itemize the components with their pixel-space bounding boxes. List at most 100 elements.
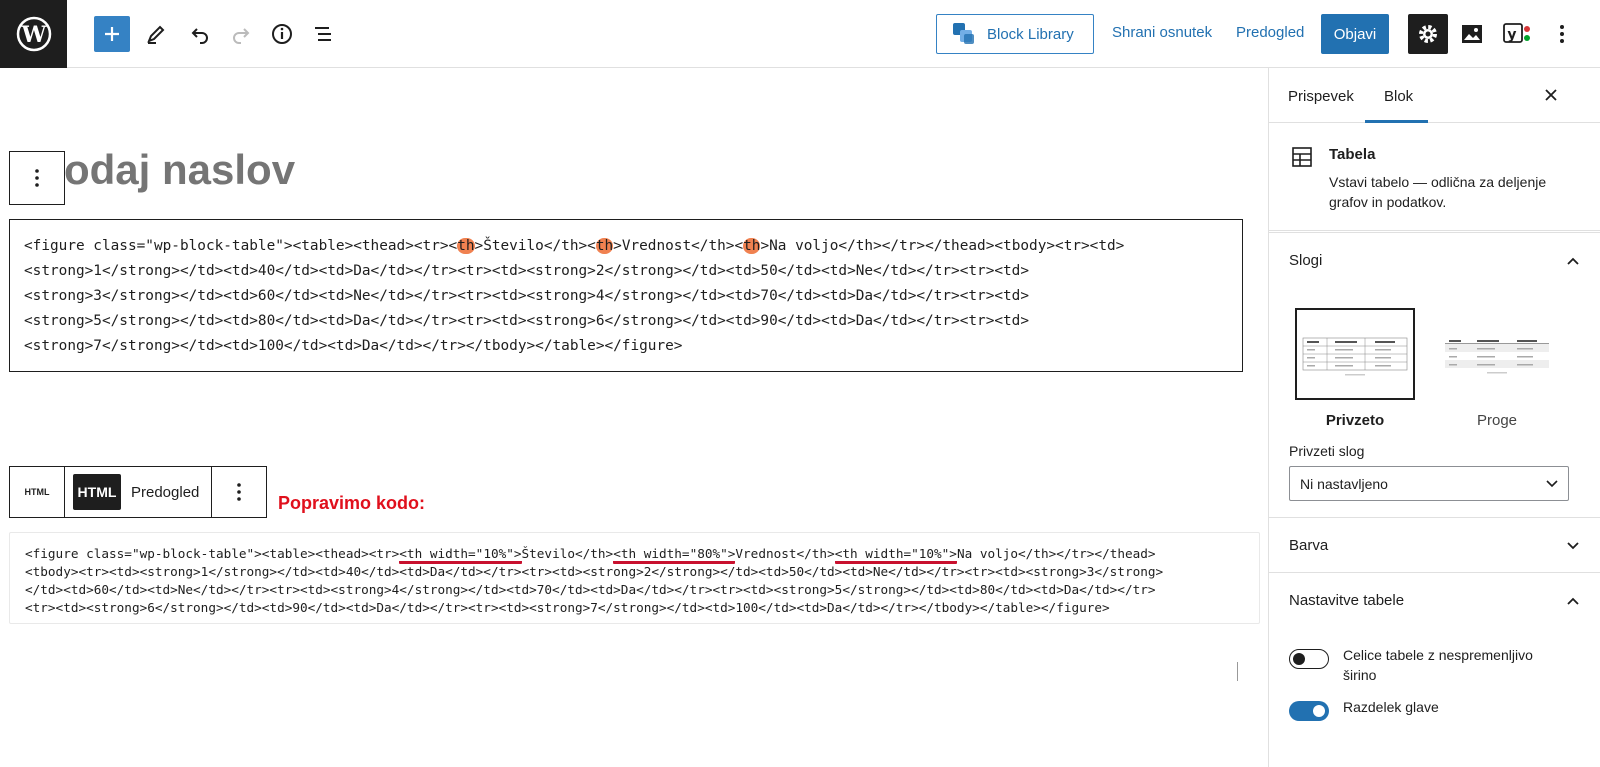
code-text: <tbody><tr><td><strong>1</strong></td><t… <box>25 564 1164 579</box>
preview-mode-button[interactable]: Predogled <box>131 484 199 501</box>
header-section-toggle[interactable] <box>1289 701 1329 721</box>
style-default-thumbnail[interactable] <box>1295 308 1415 400</box>
more-vertical-icon <box>237 483 241 501</box>
code-line: <tbody><tr><td><strong>1</strong></td><t… <box>25 563 1244 581</box>
block-name: Tabela <box>1329 146 1376 163</box>
code-text: <strong>1</strong></td><td>40</td><td>Da… <box>24 263 1030 279</box>
add-block-button[interactable] <box>94 16 130 52</box>
styles-panel-toggle[interactable]: Slogi <box>1269 232 1600 288</box>
block-options-button[interactable] <box>9 151 65 205</box>
preview-button[interactable]: Predogled <box>1236 24 1304 41</box>
block-library-label: Block Library <box>987 25 1074 43</box>
table-settings-panel-toggle[interactable]: Nastavitve tabele <box>1269 572 1600 628</box>
sidebar-tabs: Prispevek Blok <box>1269 68 1600 123</box>
color-panel-toggle[interactable]: Barva <box>1269 517 1600 573</box>
panel-title: Nastavitve tabele <box>1289 592 1405 609</box>
block-card: Tabela Vstavi tabelo — odlična za deljen… <box>1269 124 1600 231</box>
highlighted-tag: th <box>457 238 475 254</box>
svg-text:y: y <box>1507 27 1516 43</box>
highlighted-tag: th <box>743 238 761 254</box>
text-cursor <box>1237 662 1238 681</box>
undo-icon <box>191 28 208 44</box>
plus-icon <box>105 27 119 41</box>
default-style-label: Privzeti slog <box>1289 443 1365 459</box>
settings-button[interactable] <box>1408 14 1448 54</box>
more-vertical-icon <box>35 169 39 187</box>
table-icon <box>1292 147 1312 167</box>
table-stripes-preview-image <box>1445 338 1549 374</box>
post-title-input[interactable]: odaj naslov <box>64 146 295 194</box>
code-text: <strong>3</strong></td><td>60</td><td>Ne… <box>24 288 1030 304</box>
html-code-editor-original[interactable]: <figure class="wp-block-table"><table><t… <box>9 219 1243 372</box>
code-text: >Število</th>< <box>474 238 596 254</box>
svg-text:W: W <box>20 22 46 48</box>
code-text: <figure class="wp-block-table"><table><t… <box>25 546 400 561</box>
block-library-button[interactable]: Block Library <box>936 14 1094 54</box>
chevron-up-icon <box>1567 257 1579 265</box>
code-line: <strong>1</strong></td><td>40</td><td>Da… <box>24 259 1228 284</box>
chevron-up-icon <box>1567 597 1579 605</box>
active-tab-indicator <box>1365 120 1428 123</box>
style-stripes-label: Proge <box>1476 412 1518 429</box>
highlighted-tag: th <box>595 238 614 254</box>
fixed-width-cells-row: Celice tabele z nespremenljivo širino <box>1289 645 1563 685</box>
yoast-seo-button[interactable]: y <box>1500 16 1536 52</box>
html-block-type-button[interactable]: HTML <box>10 467 65 517</box>
tab-block[interactable]: Blok <box>1384 88 1413 105</box>
close-sidebar-button[interactable] <box>1539 83 1563 107</box>
code-line: </td><td>60</td><td>Ne</td></tr><tr><td>… <box>25 581 1244 599</box>
image-icon <box>1462 25 1482 43</box>
html-code-editor-fixed[interactable]: <figure class="wp-block-table"><table><t… <box>9 532 1260 624</box>
close-icon <box>1545 89 1557 101</box>
html-mode-group: HTML Predogled <box>65 467 212 517</box>
panel-title: Barva <box>1289 537 1329 554</box>
default-style-select[interactable]: Ni nastavljeno <box>1289 466 1569 501</box>
media-button[interactable] <box>1454 16 1490 52</box>
settings-sidebar: Prispevek Blok Tabela Vstavi tabelo — od… <box>1268 68 1600 767</box>
redo-button[interactable] <box>223 16 259 52</box>
block-description: Vstavi tabelo — odlična za deljenje graf… <box>1329 174 1547 210</box>
undo-button[interactable] <box>182 16 218 52</box>
tab-post[interactable]: Prispevek <box>1288 88 1354 105</box>
annotation-label: Popravimo kodo: <box>278 493 426 513</box>
wordpress-logo-button[interactable]: W <box>0 0 67 68</box>
chevron-down-icon <box>1567 541 1579 549</box>
code-line: <strong>7</strong></td><td>100</td><td>D… <box>24 334 1228 359</box>
underlined-tag: <th width="80%"> <box>613 546 736 564</box>
wordpress-icon: W <box>16 16 51 52</box>
code-text: <tr><td><strong>6</strong></td><td>90</t… <box>25 600 1110 615</box>
info-icon <box>272 24 292 44</box>
redo-icon <box>233 28 250 44</box>
code-line: <tr><td><strong>6</strong></td><td>90</t… <box>25 599 1244 617</box>
default-style-value: Ni nastavljeno <box>1300 475 1388 492</box>
list-view-icon <box>315 27 331 41</box>
chevron-down-icon <box>1546 479 1558 487</box>
code-text: Na voljo</th></tr></thead> <box>956 546 1156 561</box>
code-text: <strong>5</strong></td><td>80</td><td>Da… <box>24 313 1030 329</box>
details-button[interactable] <box>264 16 300 52</box>
underlined-tag: <th width="10%"> <box>834 546 957 564</box>
more-vertical-icon <box>1560 25 1564 43</box>
panel-title: Slogi <box>1289 252 1323 269</box>
save-draft-button[interactable]: Shrani osnutek <box>1112 24 1212 41</box>
code-text: </td><td>60</td><td>Ne</td></tr><tr><td>… <box>25 582 1156 597</box>
html-block-options-button[interactable] <box>212 467 266 517</box>
options-button[interactable] <box>1544 16 1580 52</box>
fixed-width-cells-toggle[interactable] <box>1289 649 1329 669</box>
code-text: <strong>7</strong></td><td>100</td><td>D… <box>24 338 683 354</box>
html-mode-button[interactable]: HTML <box>73 474 121 510</box>
code-text: Število</th> <box>521 546 614 561</box>
list-view-button[interactable] <box>305 16 341 52</box>
code-text: >Vrednost</th>< <box>613 238 744 254</box>
toggle-label: Razdelek glave <box>1343 699 1439 715</box>
pencil-icon <box>147 25 165 44</box>
style-stripes-thumbnail[interactable] <box>1437 308 1557 400</box>
block-library-icon <box>953 23 974 44</box>
toggle-label: Celice tabele z nespremenljivo širino <box>1343 647 1533 683</box>
code-line: <strong>5</strong></td><td>80</td><td>Da… <box>24 309 1228 334</box>
code-text: >Na voljo</th></tr></thead><tbody><tr><t… <box>760 238 1125 254</box>
publish-button[interactable]: Objavi <box>1321 14 1389 54</box>
style-default-label: Privzeto <box>1325 412 1385 429</box>
tools-button[interactable] <box>138 16 174 52</box>
table-preview-image <box>1302 337 1408 376</box>
